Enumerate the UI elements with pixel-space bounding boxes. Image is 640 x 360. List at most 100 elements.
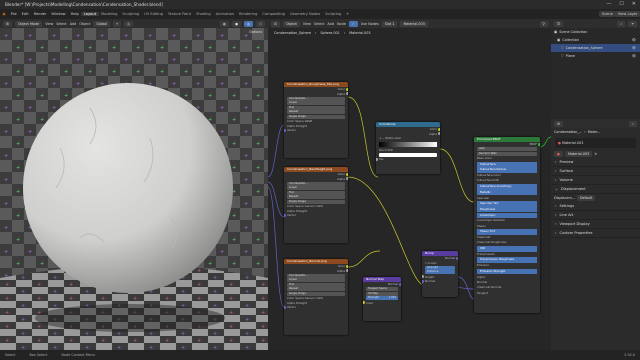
bsdf-input-row[interactable]: Specular Tint — [477, 201, 537, 207]
outliner-item-collection[interactable]: ▣ Collection 👁 — [551, 36, 640, 44]
workspace-tab-animation[interactable]: Animation — [213, 12, 236, 16]
close-icon[interactable]: ✕ — [594, 152, 597, 156]
bump-node[interactable]: Bump Normal ☐ Invert Strength Distance H… — [422, 251, 458, 297]
bsdf-input-row[interactable]: Sheen Tint — [477, 229, 537, 235]
workspace-tab-texture-paint[interactable]: Texture Paint — [165, 12, 193, 16]
proportional-edit-icon[interactable]: ◎ — [124, 20, 134, 27]
properties-search-icon[interactable]: ⌕ — [629, 120, 637, 127]
socket-fac-in[interactable]: Fac — [376, 157, 440, 162]
view-layer-selector[interactable]: View Layer — [615, 11, 640, 17]
image-texture-node-normal[interactable]: Condensation_Normal.png Color Alpha Cond… — [284, 259, 348, 335]
shading-rendered-icon[interactable]: ○ — [256, 20, 265, 27]
bsdf-input-row[interactable]: Base Color — [474, 156, 540, 161]
menu-help[interactable]: Help — [68, 12, 81, 16]
material-browse-icon[interactable]: ● — [554, 151, 563, 157]
editor-type-icon[interactable]: ⊞ — [3, 20, 12, 27]
outliner-item-condensation-sphere[interactable]: ▽ Condensation_Sphere 👁 — [551, 44, 640, 52]
source-dropdown[interactable]: Single Image — [287, 291, 345, 296]
node-menu-select[interactable]: Select — [314, 22, 324, 26]
field-value[interactable]: Straight — [296, 124, 307, 128]
node-menu-add[interactable]: Add — [327, 22, 334, 26]
socket-color-in[interactable]: Color — [363, 301, 401, 306]
bsdf-input-row[interactable]: Subsurface Radius — [477, 167, 537, 173]
section-custom-properties[interactable]: › Custom Properties — [551, 229, 640, 238]
menu-render[interactable]: Render — [31, 12, 49, 16]
add-stop-icon[interactable]: + − — [379, 136, 385, 140]
interpolation-dropdown[interactable]: Linear — [287, 278, 345, 282]
strength-field[interactable]: Strength 1.000 — [366, 296, 398, 300]
workspace-tab-shading[interactable]: Shading — [194, 12, 214, 16]
invert-checkbox[interactable]: ☐ Invert — [422, 261, 458, 266]
bsdf-input-row[interactable]: Sheen — [474, 224, 540, 229]
bsdf-input-row[interactable]: Subsurface — [477, 161, 537, 168]
bsdf-input-row[interactable]: Metallic — [477, 189, 537, 196]
bsdf-input-row[interactable]: Emission Strength — [477, 268, 537, 275]
options-button[interactable]: Options — [249, 30, 262, 34]
socket-normal-out[interactable]: Normal — [363, 282, 401, 287]
eye-icon[interactable]: 👁 — [632, 46, 636, 50]
node-editor-type-icon[interactable]: ⛁ — [271, 20, 280, 27]
bsdf-input-row[interactable]: Transmission — [474, 252, 540, 257]
interpolation-dropdown[interactable]: Linear — [287, 186, 345, 190]
material-dropdown[interactable]: Material.003 — [400, 20, 428, 27]
pin-icon[interactable]: ⚲ — [539, 20, 548, 27]
displacement-dropdown[interactable]: Default — [576, 195, 596, 201]
bsdf-input-row[interactable]: Specular — [474, 196, 540, 201]
node-menu-node[interactable]: Node — [337, 22, 346, 26]
bsdf-input-row[interactable]: Transmission Roughness — [477, 257, 537, 263]
field-value[interactable]: 0.500 — [385, 148, 393, 152]
scene-selector[interactable]: Scene — [599, 11, 616, 17]
material-selector[interactable]: ● Material.003 ✕ — [551, 150, 640, 158]
node-mode-dropdown[interactable]: Object — [282, 20, 300, 27]
slot-dropdown[interactable]: Slot 1 — [381, 20, 398, 27]
extension-dropdown[interactable]: Repeat — [287, 287, 345, 291]
workspace-tab-layout[interactable]: Layout — [81, 12, 99, 16]
shading-material-icon[interactable]: ◍ — [244, 20, 254, 27]
projection-dropdown[interactable]: Flat — [287, 105, 345, 110]
menu-edit[interactable]: Edit — [19, 12, 31, 16]
workspace-tab-rendering[interactable]: Rendering — [237, 12, 260, 16]
workspace-tab-scripting[interactable]: Scripting — [323, 12, 344, 16]
blender-logo-icon[interactable]: ◉ — [0, 12, 8, 16]
maximize-icon[interactable]: ☐ — [619, 0, 623, 9]
section-settings[interactable]: › Settings — [551, 202, 640, 211]
visibility-icon[interactable]: ◐ — [220, 20, 230, 27]
menu-add[interactable]: Add — [70, 22, 77, 26]
eye-icon[interactable]: 👁 — [632, 38, 636, 42]
image-selector[interactable]: Condensatio... — [287, 181, 345, 186]
bsdf-input-row[interactable]: GGX — [477, 147, 537, 151]
material-slot-item[interactable]: Material.003 — [562, 141, 583, 145]
projection-dropdown[interactable]: Flat — [287, 190, 345, 195]
socket-alpha-out[interactable]: Alpha — [284, 269, 348, 274]
image-selector[interactable]: Condensatio... — [287, 96, 345, 101]
mode-dropdown[interactable]: Object Mode — [14, 20, 43, 27]
outliner-item-plane[interactable]: ▽ Plane 👁 — [551, 52, 640, 60]
node-menu-view[interactable]: View — [303, 22, 311, 26]
field-value[interactable]: Straight — [296, 301, 307, 305]
interpolation-mode[interactable]: Linear — [392, 136, 401, 140]
menu-object[interactable]: Object — [79, 22, 90, 26]
section-volume[interactable]: › Volume — [551, 176, 640, 185]
bsdf-input-row[interactable]: Tangent — [474, 291, 540, 296]
field-value[interactable]: Straight — [296, 209, 307, 213]
stop-color-swatch[interactable] — [379, 152, 437, 157]
section-viewport-display[interactable]: › Viewport Display — [551, 220, 640, 229]
menu-view[interactable]: View — [45, 22, 53, 26]
add-workspace-icon[interactable]: + — [344, 12, 352, 16]
menu-select[interactable]: Select — [56, 22, 66, 26]
minimize-icon[interactable]: — — [606, 0, 611, 9]
colorramp-node[interactable]: ColorRamp Color Alpha + − RGB Linear Pos… — [376, 122, 440, 174]
eye-icon[interactable]: 👁 — [632, 54, 636, 58]
field-value[interactable]: Generic Data — [305, 296, 323, 300]
bsdf-input-row[interactable]: Subsurface IOR — [474, 178, 540, 183]
projection-dropdown[interactable]: Flat — [287, 282, 345, 287]
color-ramp-gradient[interactable] — [379, 141, 437, 147]
material-name-field[interactable]: Material.003 — [564, 151, 593, 157]
image-selector[interactable]: Condensatio... — [287, 273, 345, 278]
outliner-search-icon[interactable]: ⌕ — [617, 20, 626, 27]
image-texture-node-height[interactable]: Condensation_NewHeight.png Color Alpha C… — [284, 167, 348, 243]
material-slot-list[interactable]: ● Material.003 — [555, 138, 636, 148]
source-dropdown[interactable]: Single Image — [287, 114, 345, 119]
workspace-tab-uv-editing[interactable]: UV Editing — [142, 12, 166, 16]
distance-slider[interactable]: Distance — [425, 270, 455, 274]
